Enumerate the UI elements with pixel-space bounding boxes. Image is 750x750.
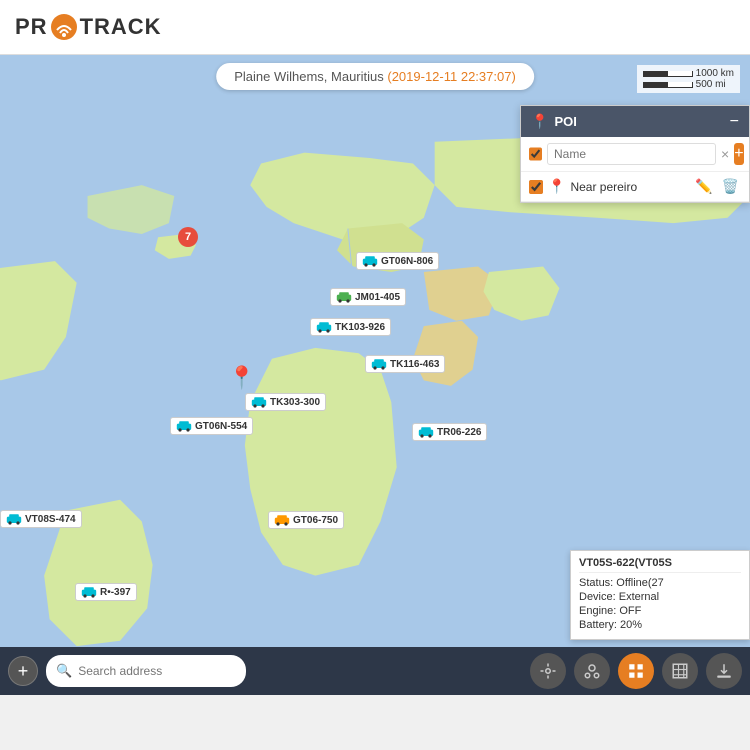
poi-search-row: × + xyxy=(521,137,749,172)
vehicle-label[interactable]: GT06-750 xyxy=(268,511,344,529)
search-address-input[interactable] xyxy=(78,664,236,678)
location-bar: Plaine Wilhems, Mauritius (2019-12-11 22… xyxy=(216,63,534,90)
vehicle-icon xyxy=(176,420,192,432)
poi-item-checkbox[interactable] xyxy=(529,180,543,194)
location-toolbar-button[interactable] xyxy=(530,653,566,689)
poi-panel-header: 📍 POI − xyxy=(521,106,749,137)
poi-location-icon: 📍 xyxy=(531,113,548,130)
popup-battery: Battery: 20% xyxy=(579,619,741,631)
poi-edit-button[interactable]: ✏️ xyxy=(693,178,714,195)
poi-item-location-icon: 📍 xyxy=(548,178,565,195)
cluster-toolbar-button[interactable] xyxy=(574,653,610,689)
poi-item-row: 📍 Near pereiro ✏️ 🗑️ xyxy=(521,172,749,202)
search-icon: 🔍 xyxy=(56,663,72,679)
poi-item-name: Near pereiro xyxy=(570,180,637,194)
poi-search-input[interactable] xyxy=(547,143,716,165)
poi-panel: 📍 POI − × + 📍 Near pereiro ✏️ 🗑️ xyxy=(520,105,750,203)
logo-text-post: TRACK xyxy=(80,14,162,40)
location-text: Plaine Wilhems, Mauritius xyxy=(234,69,384,84)
logo: PR TRACK xyxy=(15,13,162,41)
grid-icon xyxy=(671,662,689,680)
vehicle-label[interactable]: TR06-226 xyxy=(412,423,487,441)
map-container[interactable]: Plaine Wilhems, Mauritius (2019-12-11 22… xyxy=(0,55,750,695)
popup-device: Device: External xyxy=(579,591,741,603)
scale-mi: 500 mi xyxy=(696,79,726,90)
vehicle-info-popup: VT05S-622(VT05S Status: Offline(27 Devic… xyxy=(570,550,750,640)
bottom-toolbar: + 🔍 xyxy=(0,647,750,695)
location-datetime: (2019-12-11 22:37:07) xyxy=(387,69,515,84)
vehicle-icon xyxy=(336,291,352,303)
vehicle-icon xyxy=(418,426,434,438)
vehicle-icon xyxy=(251,396,267,408)
location-icon xyxy=(539,662,557,680)
scale-bar: 1000 km 500 mi xyxy=(637,65,740,93)
poi-add-button[interactable]: + xyxy=(734,143,743,165)
popup-engine: Engine: OFF xyxy=(579,605,741,617)
vehicle-icon xyxy=(274,514,290,526)
map-pin: 📍 xyxy=(228,365,255,391)
vehicle-label[interactable]: JM01-405 xyxy=(330,288,406,306)
poi-checkbox-all[interactable] xyxy=(529,147,542,161)
search-address-bar[interactable]: 🔍 xyxy=(46,655,246,687)
poi-delete-button[interactable]: 🗑️ xyxy=(720,178,741,195)
vehicle-label[interactable]: GT06N-554 xyxy=(170,417,253,435)
app-header: PR TRACK xyxy=(0,0,750,55)
scale-km: 1000 km xyxy=(696,68,734,79)
vehicle-icon xyxy=(362,255,378,267)
vehicle-label[interactable]: TK303-300 xyxy=(245,393,326,411)
popup-title: VT05S-622(VT05S xyxy=(579,557,741,573)
download-icon xyxy=(715,662,733,680)
popup-status: Status: Offline(27 xyxy=(579,577,741,589)
poi-clear-icon[interactable]: × xyxy=(721,146,729,162)
cluster-icon xyxy=(583,662,601,680)
cluster-badge[interactable]: 7 xyxy=(178,227,198,247)
vehicle-label[interactable]: VT08S-474 xyxy=(0,510,82,528)
vehicle-icon xyxy=(6,513,22,525)
poi-minimize-button[interactable]: − xyxy=(730,114,739,130)
vehicle-icon xyxy=(371,358,387,370)
grid-active-toolbar-button[interactable] xyxy=(618,653,654,689)
vehicle-label[interactable]: R•-397 xyxy=(75,583,137,601)
logo-icon xyxy=(50,13,78,41)
grid-toolbar-button[interactable] xyxy=(662,653,698,689)
poi-title: POI xyxy=(554,114,576,129)
vehicle-label[interactable]: TK116-463 xyxy=(365,355,445,373)
vehicle-icon xyxy=(81,586,97,598)
vehicle-label[interactable]: TK103-926 xyxy=(310,318,391,336)
vehicle-icon xyxy=(316,321,332,333)
grid-active-icon xyxy=(627,662,645,680)
vehicle-label[interactable]: GT06N-806 xyxy=(356,252,439,270)
logo-text-pre: PR xyxy=(15,14,48,40)
add-button[interactable]: + xyxy=(8,656,38,686)
download-toolbar-button[interactable] xyxy=(706,653,742,689)
